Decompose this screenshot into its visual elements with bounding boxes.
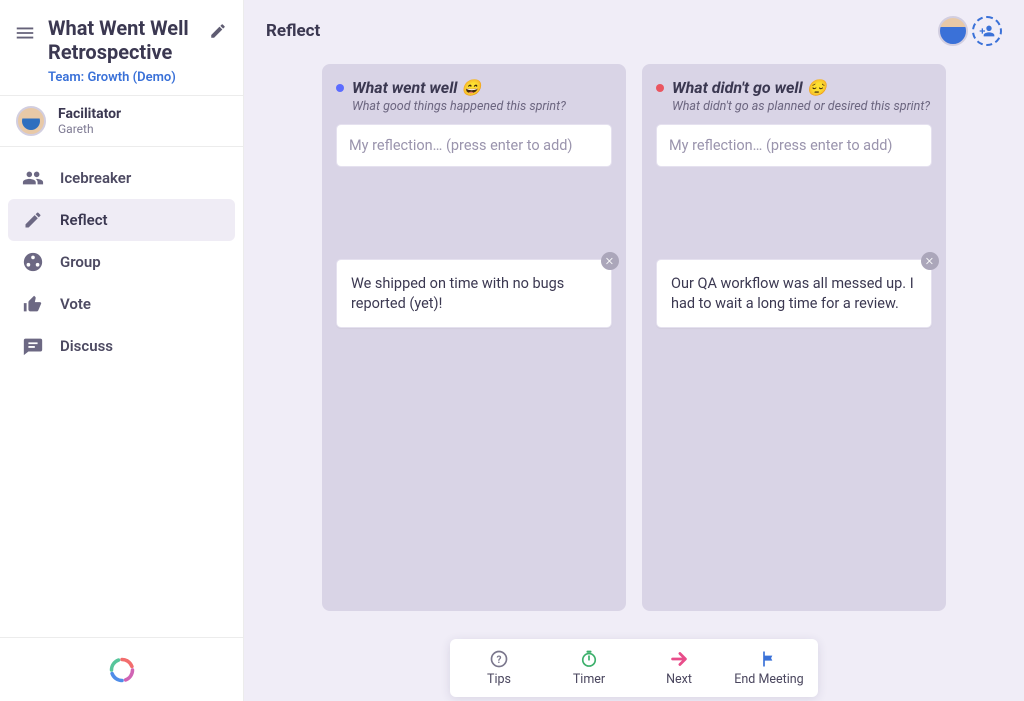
sidebar: What Went Well Retrospective Team: Growt… <box>0 0 244 701</box>
reflection-text: Our QA workflow was all messed up. I had… <box>671 275 914 312</box>
next-label: Next <box>666 672 692 687</box>
column-what-went-well: What went well 😄 What good things happen… <box>322 64 626 611</box>
nav-item-discuss[interactable]: Discuss <box>8 325 235 367</box>
svg-text:?: ? <box>497 655 502 666</box>
arrow-right-icon <box>668 649 690 669</box>
menu-icon[interactable] <box>14 22 36 44</box>
pencil-icon <box>22 209 44 231</box>
facilitator-role: Facilitator <box>58 106 121 122</box>
facilitator-row[interactable]: Facilitator Gareth <box>0 95 243 147</box>
tips-label: Tips <box>487 672 511 687</box>
nav-label: Group <box>60 253 101 271</box>
reflection-input[interactable] <box>656 124 932 167</box>
reflect-columns: What went well 😄 What good things happen… <box>244 46 1024 701</box>
help-icon: ? <box>489 649 509 669</box>
avatar <box>16 106 46 136</box>
sidebar-header: What Went Well Retrospective Team: Growt… <box>0 0 243 95</box>
meeting-control-bar: ? Tips Timer Next End Meeting <box>450 639 818 697</box>
timer-button[interactable]: Timer <box>544 645 634 691</box>
column-title: What went well 😄 <box>352 78 481 97</box>
page-title: Reflect <box>266 21 320 41</box>
chat-icon <box>22 335 44 357</box>
nav-label: Icebreaker <box>60 169 131 187</box>
nav-label: Vote <box>60 295 91 313</box>
reflection-input[interactable] <box>336 124 612 167</box>
brand-logo[interactable] <box>0 637 243 701</box>
nav-label: Reflect <box>60 211 108 229</box>
column-dot-icon <box>656 84 664 92</box>
team-link[interactable]: Team: Growth (Demo) <box>48 70 197 85</box>
nav-label: Discuss <box>60 337 113 355</box>
main: Reflect What went well 😄 What good thing… <box>244 0 1024 701</box>
group-icon <box>22 251 44 273</box>
column-subtitle: What didn't go as planned or desired thi… <box>672 99 932 114</box>
nav-item-reflect[interactable]: Reflect <box>8 199 235 241</box>
topbar: Reflect <box>244 0 1024 46</box>
reflection-card[interactable]: Our QA workflow was all messed up. I had… <box>656 259 932 328</box>
flag-icon <box>759 649 779 669</box>
meeting-title: What Went Well Retrospective <box>48 16 197 64</box>
column-what-didnt-go-well: What didn't go well 😔 What didn't go as … <box>642 64 946 611</box>
reflection-card[interactable]: We shipped on time with no bugs reported… <box>336 259 612 328</box>
people-icon <box>22 167 44 189</box>
nav-item-icebreaker[interactable]: Icebreaker <box>8 157 235 199</box>
close-icon[interactable] <box>921 252 939 270</box>
timer-icon <box>579 649 599 669</box>
end-label: End Meeting <box>734 672 803 687</box>
reflection-text: We shipped on time with no bugs reported… <box>351 275 564 312</box>
invite-button[interactable] <box>972 16 1002 46</box>
next-button[interactable]: Next <box>634 645 724 691</box>
column-title: What didn't go well 😔 <box>672 78 826 97</box>
nav-item-group[interactable]: Group <box>8 241 235 283</box>
facilitator-name: Gareth <box>58 122 121 136</box>
thumbs-icon <box>22 293 44 315</box>
column-subtitle: What good things happened this sprint? <box>352 99 612 114</box>
end-meeting-button[interactable]: End Meeting <box>724 645 814 691</box>
close-icon[interactable] <box>601 252 619 270</box>
participant-avatar[interactable] <box>938 16 968 46</box>
timer-label: Timer <box>573 672 605 687</box>
tips-button[interactable]: ? Tips <box>454 645 544 691</box>
column-dot-icon <box>336 84 344 92</box>
nav-item-vote[interactable]: Vote <box>8 283 235 325</box>
edit-icon[interactable] <box>209 22 227 44</box>
phase-nav: Icebreaker Reflect Group Vote <box>0 147 243 377</box>
